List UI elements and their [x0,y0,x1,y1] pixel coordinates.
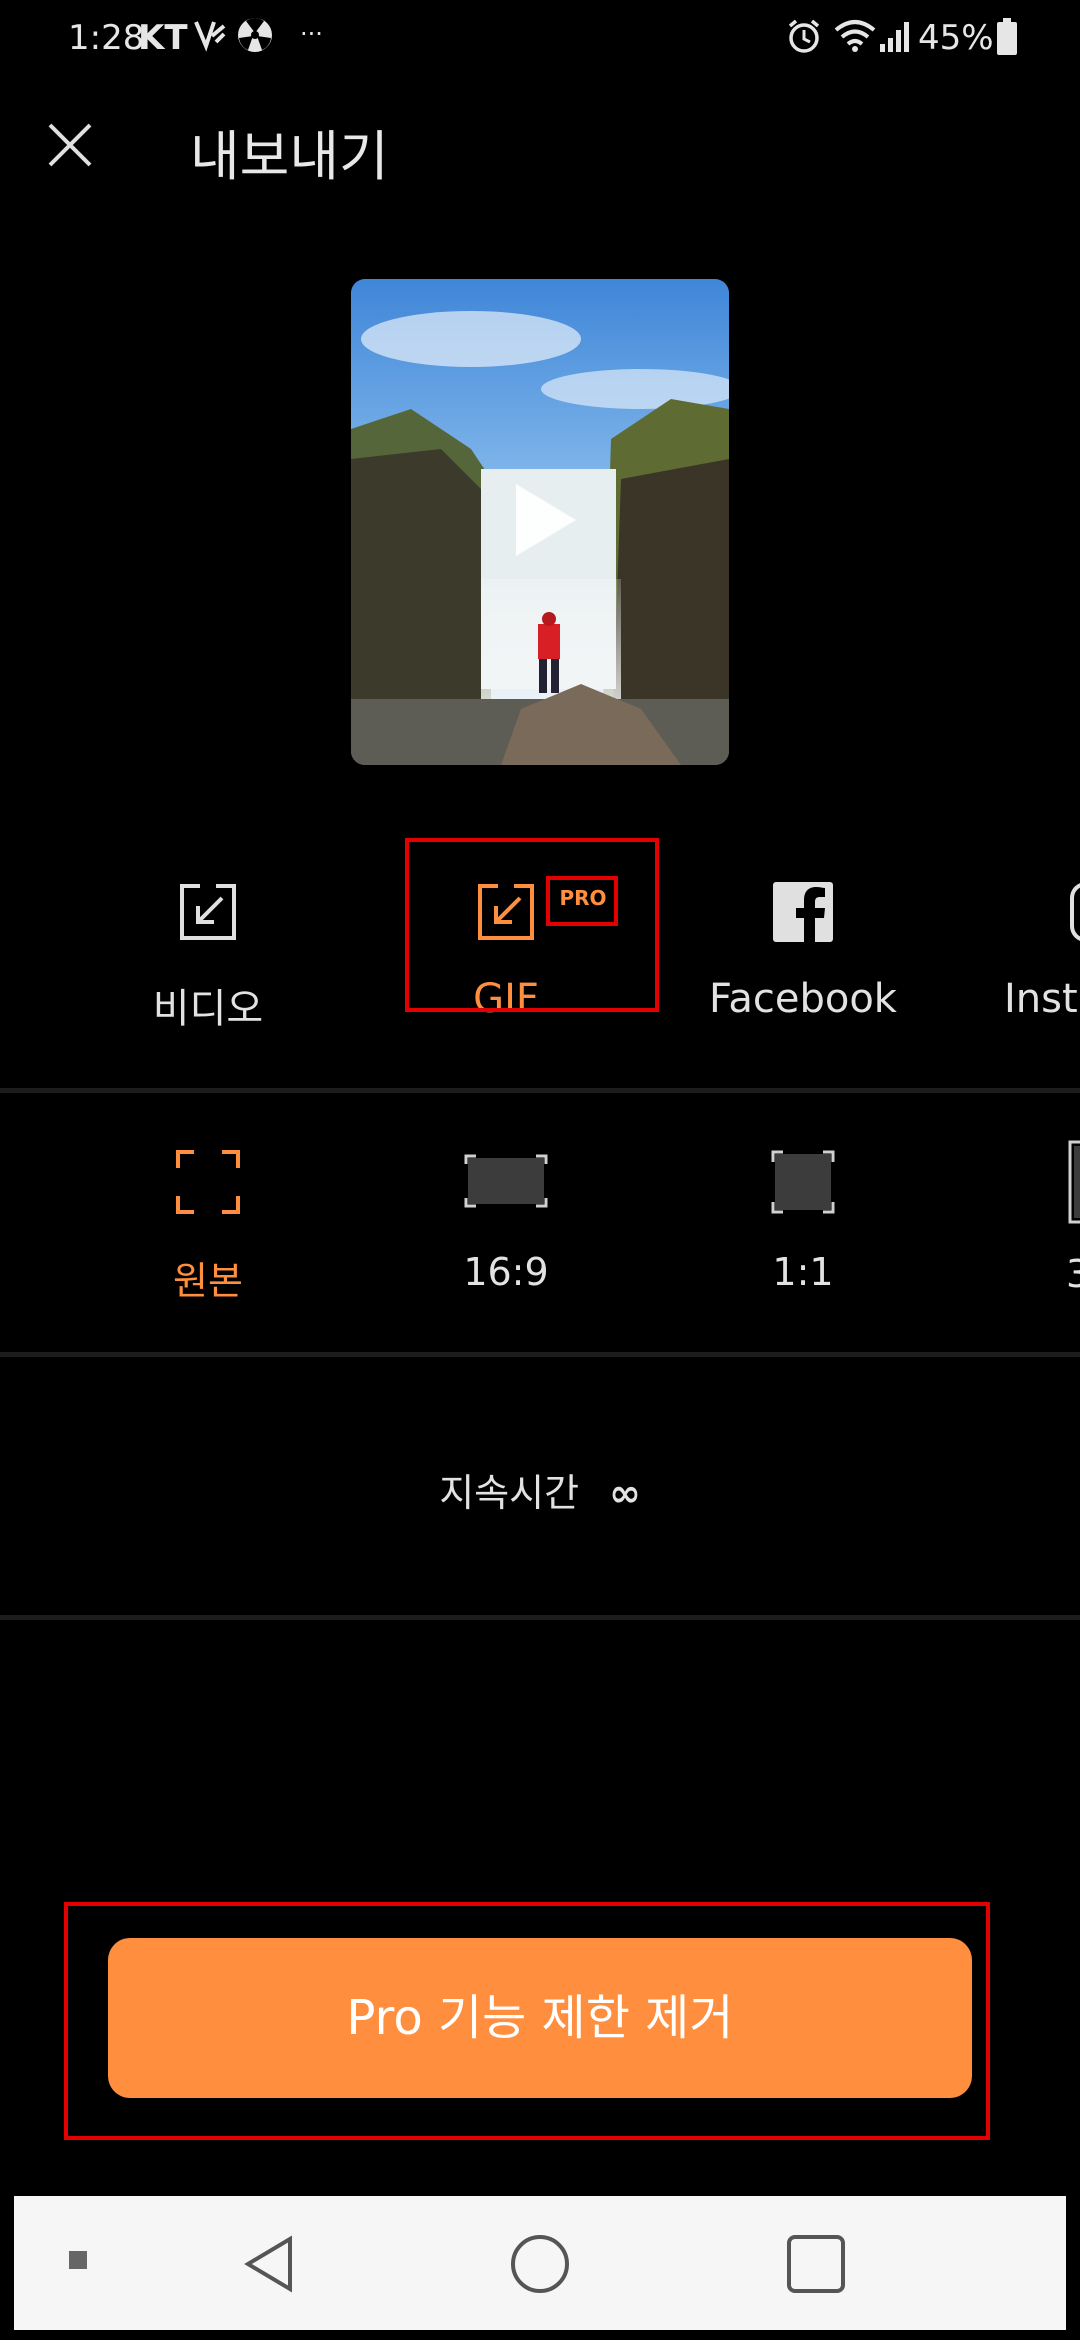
status-bar: 1:28 KT ··· 45% [0,0,1080,80]
home-button[interactable] [510,2234,570,2298]
ratio-1-1-icon [771,1150,835,1214]
radiation-icon [236,16,274,63]
export-option-video[interactable]: 비디오 [108,880,308,1034]
export-option-facebook[interactable]: Facebook [703,880,903,1022]
export-option-label: Facebook [709,976,897,1022]
ratio-16-9-icon [464,1150,548,1214]
ratio-label: 1:1 [772,1250,834,1294]
recents-square-icon [787,2235,845,2293]
divider [0,1615,1080,1620]
pro-highlight-box [546,876,618,926]
page-title: 내보내기 [190,125,389,188]
play-icon[interactable] [510,480,580,560]
ratio-partial[interactable]: 3 [1066,1140,1080,1296]
duration-setting[interactable]: 지속시간 ∞ [0,1462,1080,1517]
divider [0,1352,1080,1357]
remove-pro-limits-button[interactable]: Pro 기능 제한 제거 [108,1938,972,2098]
wifi-icon [834,18,876,63]
export-option-instagram[interactable]: Insta [1004,880,1080,1022]
export-icon [176,880,240,944]
ratio-original[interactable]: 원본 [108,1150,308,1305]
back-button[interactable] [240,2234,300,2298]
more-icon: ··· [300,20,323,48]
ratio-label: 원본 [173,1259,243,1303]
gif-highlight-box [405,838,659,1012]
home-circle-icon [511,2235,569,2293]
export-option-label: Insta [1004,976,1080,1022]
status-carrier: KT [138,18,188,58]
ratio-1-1[interactable]: 1:1 [703,1150,903,1294]
battery-icon [996,18,1018,65]
status-time: 1:28 [68,18,145,58]
recents-button[interactable] [786,2234,846,2298]
signal-icon [878,18,912,63]
ratio-partial-icon [1066,1140,1080,1224]
instagram-icon [1068,880,1080,944]
facebook-icon [771,880,835,944]
alarm-icon [786,18,822,63]
ratio-16-9[interactable]: 16:9 [406,1150,606,1294]
close-icon [48,123,92,167]
battery-percent: 45% [918,18,994,58]
ratio-label: 16:9 [463,1250,549,1294]
close-button[interactable] [40,115,100,175]
network-icon [192,16,228,61]
back-triangle-icon [244,2235,292,2293]
duration-label: 지속시간 [439,1471,580,1515]
divider [0,1088,1080,1093]
export-option-label: 비디오 [152,986,264,1032]
recent-dot-icon[interactable] [69,2251,87,2269]
ratio-label: 3 [1066,1252,1080,1296]
duration-value: ∞ [609,1471,641,1515]
crop-frame-icon [176,1150,240,1214]
navigation-bar [14,2196,1066,2330]
